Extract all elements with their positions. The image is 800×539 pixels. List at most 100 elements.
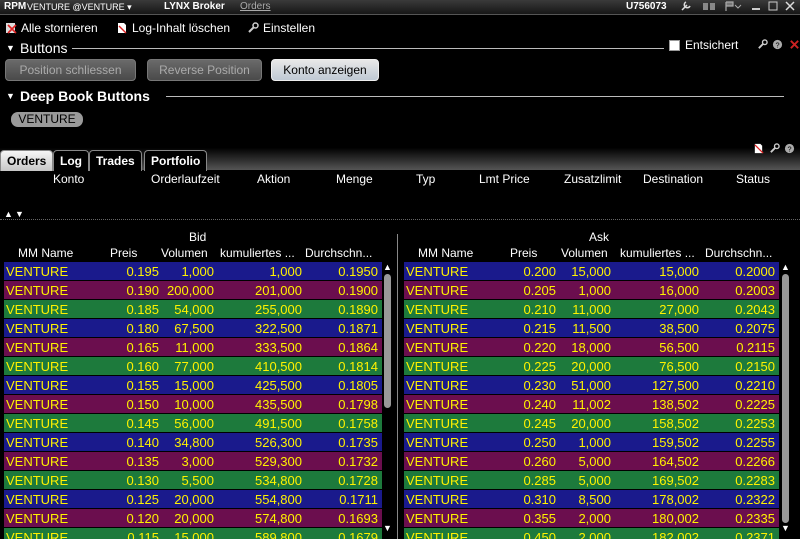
ask-cumulative: 158,502 [652, 416, 699, 431]
close-position-button[interactable]: Position schliessen [5, 59, 136, 81]
configure-button[interactable]: Einstellen [247, 20, 315, 36]
ask-col-mm[interactable]: MM Name [418, 246, 473, 260]
ask-col-price[interactable]: Preis [510, 246, 537, 260]
ask-volume: 2,000 [578, 511, 611, 526]
close-window-icon[interactable] [784, 0, 796, 14]
sort-down-icon[interactable]: ▼ [15, 209, 24, 219]
ask-row[interactable]: VENTURE 0.310 8,500 178,002 0.2322 [404, 490, 779, 508]
tab-trades[interactable]: Trades [89, 150, 142, 171]
bid-row[interactable]: VENTURE 0.195 1,000 1,000 0.1950 [4, 262, 382, 280]
col-type[interactable]: Typ [416, 172, 435, 186]
ask-scrollbar[interactable]: ▲ ▼ [780, 262, 791, 535]
col-action[interactable]: Aktion [257, 172, 290, 186]
bid-col-price[interactable]: Preis [110, 246, 137, 260]
bid-row[interactable]: VENTURE 0.155 15,000 425,500 0.1805 [4, 376, 382, 394]
col-time-in-force[interactable]: Orderlaufzeit [151, 172, 220, 186]
ask-mm-name: VENTURE [406, 511, 469, 526]
buttons-section-header[interactable]: ▼ Buttons [0, 40, 800, 56]
bid-row[interactable]: VENTURE 0.130 5,500 534,800 0.1728 [4, 471, 382, 489]
window-name[interactable]: Orders [240, 0, 271, 14]
col-quantity[interactable]: Menge [336, 172, 373, 186]
bid-row[interactable]: VENTURE 0.150 10,000 435,500 0.1798 [4, 395, 382, 413]
col-aux-limit[interactable]: Zusatzlimit [564, 172, 621, 186]
maximize-icon[interactable] [767, 0, 779, 14]
collapse-triangle-icon[interactable]: ▼ [6, 40, 15, 56]
symbol-selector[interactable]: VENTURE @VENTURE ▾ [27, 0, 132, 14]
scroll-down-icon[interactable]: ▼ [781, 523, 790, 533]
bid-price: 0.120 [126, 511, 159, 526]
bid-price: 0.140 [126, 435, 159, 450]
bid-row[interactable]: VENTURE 0.125 20,000 554,800 0.1711 [4, 490, 382, 508]
bid-col-average[interactable]: Durchschn... [305, 246, 372, 260]
scroll-up-icon[interactable]: ▲ [781, 262, 790, 272]
help-icon[interactable]: ? [784, 143, 795, 157]
bid-row[interactable]: VENTURE 0.120 20,000 574,800 0.1693 [4, 509, 382, 527]
bid-row[interactable]: VENTURE 0.185 54,000 255,000 0.1890 [4, 300, 382, 318]
reverse-position-button[interactable]: Reverse Position [147, 59, 262, 81]
close-panel-icon[interactable] [789, 39, 800, 53]
bid-row[interactable]: VENTURE 0.140 34,800 526,300 0.1735 [4, 433, 382, 451]
ask-row[interactable]: VENTURE 0.205 1,000 16,000 0.2003 [404, 281, 779, 299]
ask-row[interactable]: VENTURE 0.450 2,000 182,002 0.2371 [404, 528, 779, 539]
ask-row[interactable]: VENTURE 0.200 15,000 15,000 0.2000 [404, 262, 779, 280]
col-limit-price[interactable]: Lmt Price [479, 172, 530, 186]
bid-volume: 11,000 [175, 340, 214, 355]
bid-row[interactable]: VENTURE 0.160 77,000 410,500 0.1814 [4, 357, 382, 375]
tab-orders[interactable]: Orders [0, 150, 54, 171]
ask-row[interactable]: VENTURE 0.260 5,000 164,502 0.2266 [404, 452, 779, 470]
ask-col-cumulative[interactable]: kumuliertes ... [620, 246, 695, 260]
venture-chip-button[interactable]: VENTURE [11, 112, 83, 127]
ask-row[interactable]: VENTURE 0.225 20,000 76,500 0.2150 [404, 357, 779, 375]
bid-average: 0.1890 [338, 302, 378, 317]
ask-row[interactable]: VENTURE 0.230 51,000 127,500 0.2210 [404, 376, 779, 394]
scroll-thumb[interactable] [782, 274, 789, 523]
scroll-up-icon[interactable]: ▲ [383, 262, 392, 272]
ask-col-volume[interactable]: Volumen [561, 246, 608, 260]
help-icon[interactable]: ? [772, 39, 783, 53]
bid-col-cumulative[interactable]: kumuliertes ... [220, 246, 295, 260]
wrench-icon[interactable] [757, 39, 768, 53]
minimize-icon[interactable] [750, 0, 762, 14]
bid-row[interactable]: VENTURE 0.180 67,500 322,500 0.1871 [4, 319, 382, 337]
link-icon[interactable] [702, 0, 716, 14]
wrench-icon[interactable] [680, 0, 692, 14]
bid-col-volume[interactable]: Volumen [161, 246, 208, 260]
ask-row[interactable]: VENTURE 0.240 11,002 138,502 0.2225 [404, 395, 779, 413]
flag-icon[interactable] [724, 0, 742, 14]
bid-row[interactable]: VENTURE 0.135 3,000 529,300 0.1732 [4, 452, 382, 470]
bid-cumulative: 554,800 [255, 492, 302, 507]
ask-row[interactable]: VENTURE 0.250 1,000 159,502 0.2255 [404, 433, 779, 451]
book-divider[interactable] [397, 234, 398, 539]
ask-row[interactable]: VENTURE 0.245 20,000 158,502 0.2253 [404, 414, 779, 432]
col-account[interactable]: Konto [53, 172, 84, 186]
scroll-down-icon[interactable]: ▼ [383, 523, 392, 533]
scroll-thumb[interactable] [384, 274, 391, 408]
ask-row[interactable]: VENTURE 0.215 11,500 38,500 0.2075 [404, 319, 779, 337]
bid-row[interactable]: VENTURE 0.145 56,000 491,500 0.1758 [4, 414, 382, 432]
ask-col-average[interactable]: Durchschn... [705, 246, 772, 260]
document-icon[interactable] [753, 143, 764, 157]
collapse-triangle-icon[interactable]: ▼ [6, 88, 15, 104]
bid-scrollbar[interactable]: ▲ ▼ [382, 262, 393, 535]
tab-log[interactable]: Log [53, 150, 89, 171]
bid-row[interactable]: VENTURE 0.190 200,000 201,000 0.1900 [4, 281, 382, 299]
bid-row[interactable]: VENTURE 0.115 15,000 589,800 0.1679 [4, 528, 382, 539]
col-status[interactable]: Status [736, 172, 770, 186]
show-account-button[interactable]: Konto anzeigen [271, 59, 379, 81]
wrench-icon[interactable] [769, 143, 780, 157]
bid-price: 0.190 [126, 283, 159, 298]
clear-log-button[interactable]: Log-Inhalt löschen [116, 20, 230, 36]
sort-up-icon[interactable]: ▲ [4, 209, 13, 219]
bid-row[interactable]: VENTURE 0.165 11,000 333,500 0.1864 [4, 338, 382, 356]
ask-row[interactable]: VENTURE 0.285 5,000 169,502 0.2283 [404, 471, 779, 489]
col-destination[interactable]: Destination [643, 172, 703, 186]
bid-col-mm[interactable]: MM Name [18, 246, 73, 260]
cancel-all-button[interactable]: Alle stornieren [5, 20, 98, 36]
deepbook-section-header[interactable]: ▼ Deep Book Buttons [0, 88, 800, 104]
ask-row[interactable]: VENTURE 0.355 2,000 180,002 0.2335 [404, 509, 779, 527]
lock-checkbox[interactable] [669, 40, 680, 51]
ask-row[interactable]: VENTURE 0.220 18,000 56,500 0.2115 [404, 338, 779, 356]
tab-portfolio[interactable]: Portfolio [144, 150, 208, 171]
ask-row[interactable]: VENTURE 0.210 11,000 27,000 0.2043 [404, 300, 779, 318]
bid-average: 0.1864 [338, 340, 378, 355]
